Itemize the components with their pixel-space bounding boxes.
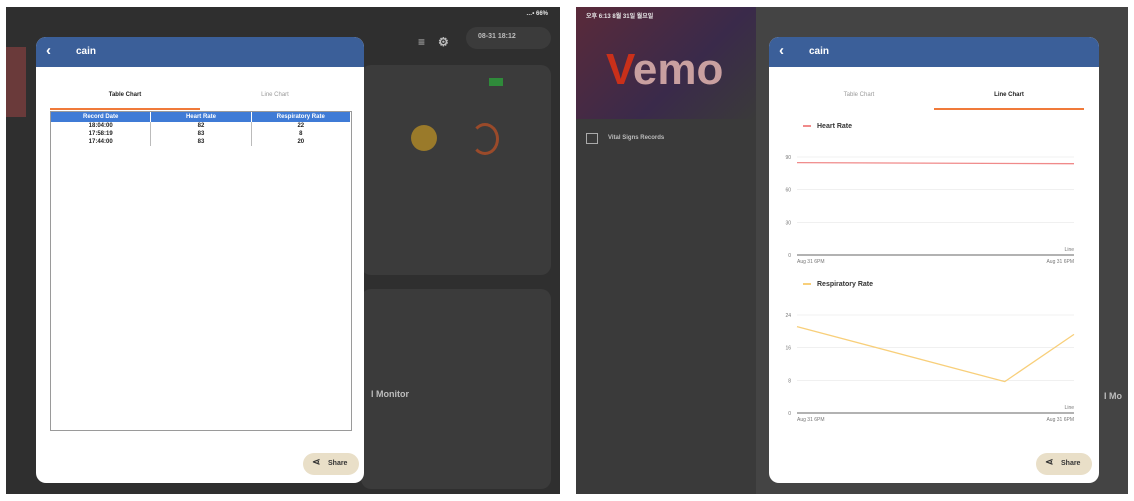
active-tab-underline [934, 108, 1084, 110]
share-label: Share [328, 460, 348, 467]
back-arrow-icon[interactable]: ‹ [779, 42, 784, 59]
modal-header: ‹ cain [36, 37, 364, 67]
cell-resp: 20 [297, 139, 305, 145]
legend-label: Heart Rate [817, 123, 852, 130]
share-label: Share [1061, 460, 1081, 467]
y-tick-label: 30 [785, 220, 791, 226]
cell-heart: 82 [150, 122, 252, 130]
tab-table-chart[interactable]: Table Chart [50, 92, 200, 98]
y-tick-label: 60 [785, 188, 791, 194]
share-icon: ⋖ [1045, 457, 1054, 468]
cell-resp: 8 [299, 131, 303, 137]
table-row: 18:04:00 82 22 [51, 122, 350, 130]
bg-monitor-label: l Monitor [371, 389, 409, 399]
modal-title: cain [809, 46, 830, 57]
share-button[interactable]: ⋖ Share [1036, 453, 1092, 475]
vitals-modal: ‹ cain Table Chart Line Chart Record Dat… [36, 37, 364, 483]
bg-monitor-label: I Mo [1104, 391, 1122, 401]
series-line [796, 325, 1075, 383]
y-tick-label: 0 [788, 411, 791, 417]
tab-table-chart[interactable]: Table Chart [784, 92, 934, 98]
x-tick-label: Aug 31 6PM [797, 259, 825, 265]
y-tick-label: 8 [788, 378, 791, 384]
y-tick-label: 90 [785, 155, 791, 161]
sidebar-item-vital-signs[interactable]: Vital Signs Records [608, 135, 664, 141]
active-tab-underline [50, 108, 200, 110]
col-respiratory-rate: Respiratory Rate [251, 112, 350, 122]
tab-line-chart[interactable]: Line Chart [200, 92, 350, 98]
back-arrow-icon[interactable]: ‹ [46, 42, 51, 59]
share-button[interactable]: ⋖ Share [303, 453, 359, 475]
right-tablet-screen: 오후 6:13 8월 31일 월요일 Vemo Vital Signs Reco… [576, 7, 1128, 494]
table-row: 17:58:19 83 8 [51, 130, 350, 138]
bg-card-monitor: l Monitor [361, 289, 551, 489]
line-mode-label: Line [1065, 405, 1075, 411]
logo-v-mark: V [606, 45, 633, 94]
line-charts: Heart Rate 0 30 60 90 Aug 31 6PM Aug 31 6PM Lin… [785, 123, 1075, 423]
cell-date: 17:44:00 [51, 138, 152, 146]
bg-time-field: 08-31 18:12 [466, 27, 551, 49]
bg-card-vitals [361, 65, 551, 275]
status-bar: …• 66% [526, 11, 548, 17]
col-record-date: Record Date [51, 112, 152, 122]
tab-line-chart[interactable]: Line Chart [934, 92, 1084, 98]
menu-icon[interactable]: ≡ [418, 35, 425, 49]
logo-text: emo [632, 45, 724, 94]
cell-date: 17:58:19 [51, 130, 152, 138]
series-line [796, 161, 1075, 165]
record-table-frame [50, 111, 352, 431]
modal-title: cain [76, 46, 97, 57]
table-header-row: Record Date Heart Rate Respiratory Rate [51, 112, 350, 122]
x-tick-label: Aug 31 6PM [1046, 417, 1074, 423]
table-row: 17:44:00 83 20 [51, 138, 350, 146]
y-tick-label: 0 [788, 253, 791, 259]
share-icon: ⋖ [312, 457, 321, 468]
modal-header: ‹ cain [769, 37, 1099, 67]
battery-icon [489, 78, 503, 86]
gauge-icon [471, 123, 499, 155]
cell-date: 18:04:00 [51, 122, 152, 130]
app-logo: Vemo [606, 45, 723, 95]
cell-heart: 83 [150, 130, 252, 138]
line-mode-label: Line [1065, 247, 1075, 253]
x-tick-label: Aug 31 6PM [1046, 259, 1074, 265]
cell-resp: 22 [297, 123, 305, 129]
lungs-icon [411, 125, 437, 151]
y-tick-label: 24 [785, 313, 791, 319]
vitals-modal: ‹ cain Table Chart Line Chart Heart Rate… [769, 37, 1099, 483]
status-bar: 오후 6:13 8월 31일 월요일 [586, 14, 654, 20]
col-heart-rate: Heart Rate [150, 112, 252, 122]
records-icon [586, 133, 598, 144]
bg-time: 08-31 18:12 [478, 33, 516, 40]
y-tick-label: 16 [785, 346, 791, 352]
legend-label: Respiratory Rate [817, 281, 873, 288]
cell-heart: 83 [150, 138, 252, 146]
left-tablet-screen: …• 66% ≡ ⚙ 08-31 18:12 l Monitor ‹ cain … [6, 7, 560, 494]
record-table: Record Date Heart Rate Respiratory Rate … [51, 112, 350, 146]
x-tick-label: Aug 31 6PM [797, 417, 825, 423]
gear-icon[interactable]: ⚙ [438, 35, 449, 49]
bg-logo-fragment [6, 47, 26, 117]
